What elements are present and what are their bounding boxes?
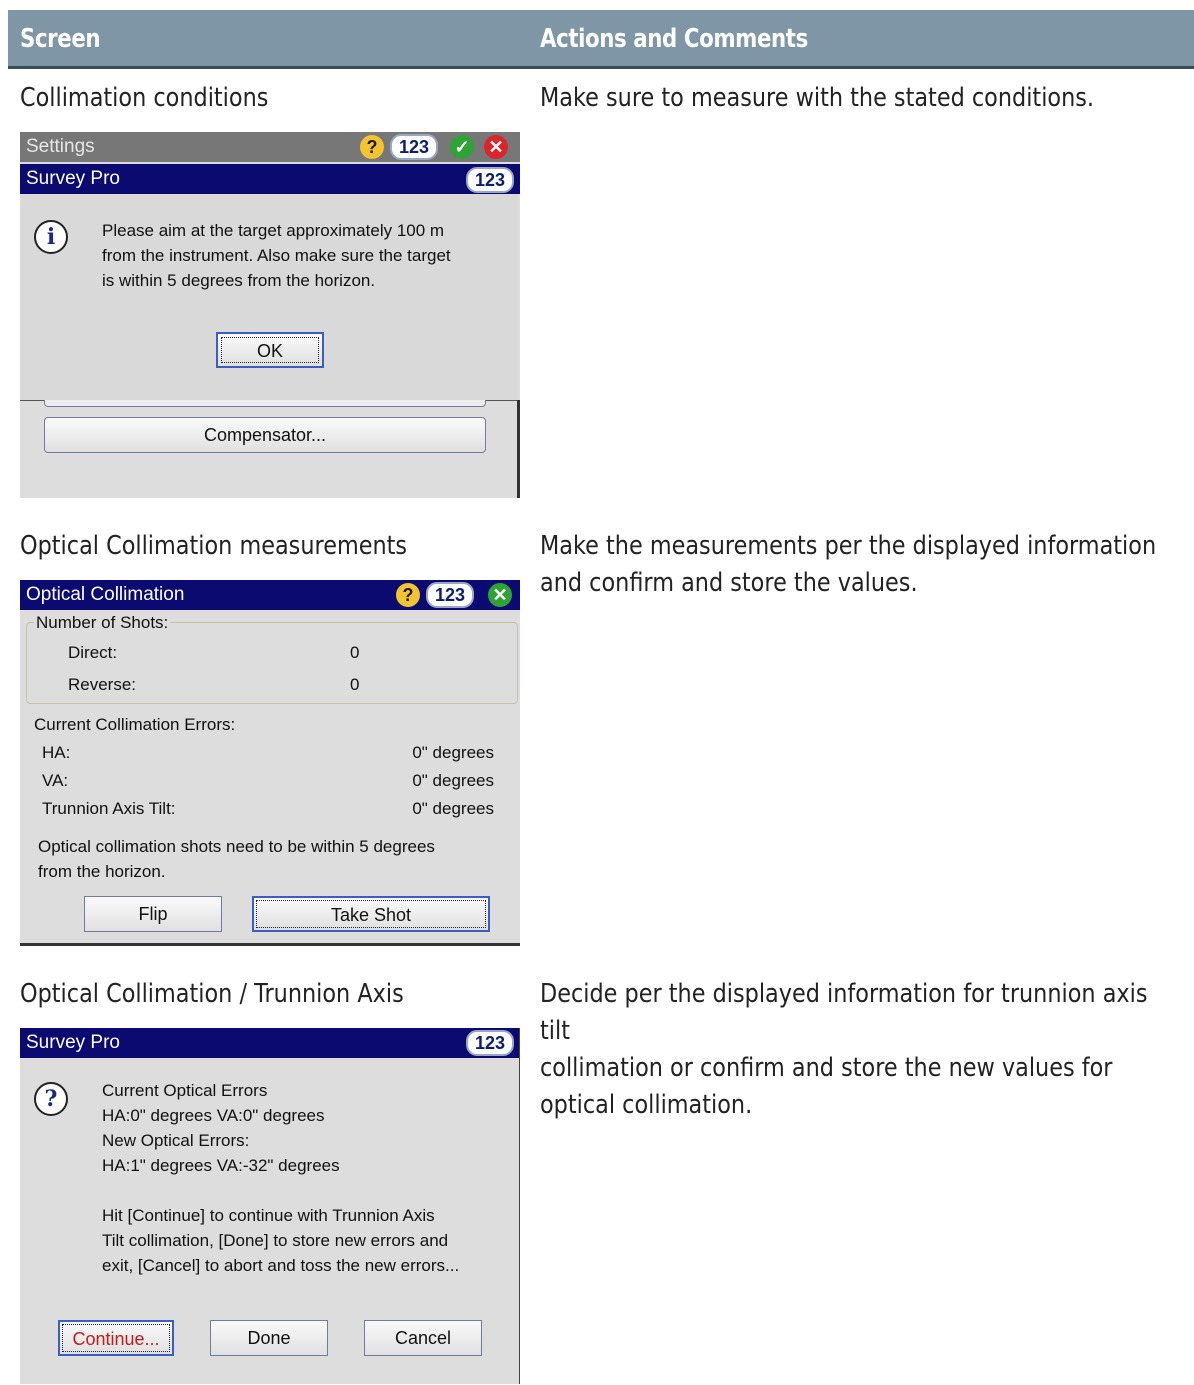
question-icon: ? bbox=[34, 1082, 68, 1116]
reverse-value: 0 bbox=[350, 675, 360, 694]
num-keypad-button[interactable]: 123 bbox=[390, 134, 439, 160]
va-label: VA: bbox=[42, 771, 69, 790]
trunnion-message: Current Optical Errors HA:0" degrees VA:… bbox=[102, 1081, 460, 1275]
cancel-button[interactable]: Cancel bbox=[364, 1320, 482, 1356]
caption-trunnion-axis: Optical Collimation / Trunnion Axis bbox=[20, 979, 404, 1009]
caption-collimation-conditions: Collimation conditions bbox=[20, 83, 269, 113]
close-icon[interactable]: ✕ bbox=[484, 135, 508, 159]
continue-label: Continue... bbox=[72, 1329, 160, 1349]
settings-title: Settings bbox=[26, 136, 95, 157]
direct-label: Direct: bbox=[68, 643, 118, 662]
dialog-message: Please aim at the target approximately 1… bbox=[102, 221, 451, 290]
num-keypad-button[interactable]: 123 bbox=[466, 1030, 515, 1056]
errors-label: Current Collimation Errors: bbox=[34, 715, 236, 734]
comment-optical-collimation: Make the measurements per the displayed … bbox=[540, 531, 1157, 598]
reverse-label: Reverse: bbox=[68, 675, 137, 694]
header-actions: Actions and Comments bbox=[540, 24, 808, 54]
take-shot-label: Take Shot bbox=[330, 905, 412, 925]
flip-label: Flip bbox=[138, 904, 168, 924]
tilt-label: Trunnion Axis Tilt: bbox=[42, 799, 176, 818]
flip-button[interactable]: Flip bbox=[84, 896, 222, 932]
ha-value: 0" degrees bbox=[412, 743, 494, 762]
header-screen: Screen bbox=[20, 24, 101, 54]
bottom-edge bbox=[20, 943, 520, 946]
hidden-button-edge bbox=[44, 400, 486, 407]
shots-label: Number of Shots: bbox=[34, 613, 171, 633]
compensator-button[interactable]: Compensator... bbox=[44, 417, 486, 453]
comment-collimation-conditions: Make sure to measure with the stated con… bbox=[540, 83, 1095, 113]
survey-pro-title-bar: Survey Pro bbox=[20, 164, 520, 194]
va-value: 0" degrees bbox=[412, 771, 494, 790]
done-button[interactable]: Done bbox=[210, 1320, 328, 1356]
trunnion-title: Survey Pro bbox=[26, 1032, 120, 1053]
scroll-edge bbox=[517, 400, 520, 498]
num-keypad-button[interactable]: 123 bbox=[426, 582, 475, 608]
screenshot-settings: Settings ? 123 ✓ ✕ Survey Pro 123 i Plea… bbox=[20, 132, 520, 498]
ok-label: OK bbox=[256, 341, 283, 361]
table-header: Screen Actions and Comments bbox=[8, 10, 1194, 69]
done-label: Done bbox=[247, 1328, 291, 1348]
optical-title: Optical Collimation bbox=[26, 584, 185, 605]
dialog-title: Survey Pro bbox=[26, 168, 120, 189]
comment-trunnion-axis: Decide per the displayed information for… bbox=[540, 979, 1148, 1120]
screenshot-optical-collimation: Optical Collimation ? 123 ✕ Number of Sh… bbox=[20, 580, 520, 946]
cancel-label: Cancel bbox=[394, 1328, 452, 1348]
continue-button[interactable]: Continue... bbox=[58, 1320, 174, 1356]
check-icon[interactable]: ✓ bbox=[450, 135, 474, 159]
ha-label: HA: bbox=[42, 743, 71, 762]
take-shot-button[interactable]: Take Shot bbox=[252, 896, 490, 932]
close-check-icon[interactable]: ✕ bbox=[488, 583, 512, 607]
info-dialog: i Please aim at the target approximately… bbox=[20, 194, 518, 401]
ok-button[interactable]: OK bbox=[216, 332, 324, 368]
help-icon[interactable]: ? bbox=[360, 135, 384, 159]
compensator-label: Compensator... bbox=[203, 425, 327, 445]
num-keypad-button-2[interactable]: 123 bbox=[466, 167, 515, 193]
trunnion-title-bar: Survey Pro bbox=[20, 1028, 519, 1058]
info-icon: i bbox=[34, 220, 68, 254]
caption-optical-collimation: Optical Collimation measurements bbox=[20, 531, 408, 561]
tilt-value: 0" degrees bbox=[412, 799, 494, 818]
help-icon[interactable]: ? bbox=[396, 583, 420, 607]
direct-value: 0 bbox=[350, 643, 360, 662]
settings-title-bar: Settings bbox=[20, 132, 520, 162]
collimation-note: Optical collimation shots need to be wit… bbox=[38, 837, 435, 881]
screenshot-trunnion: Survey Pro 123 ? Current Optical Errors … bbox=[20, 1028, 520, 1384]
